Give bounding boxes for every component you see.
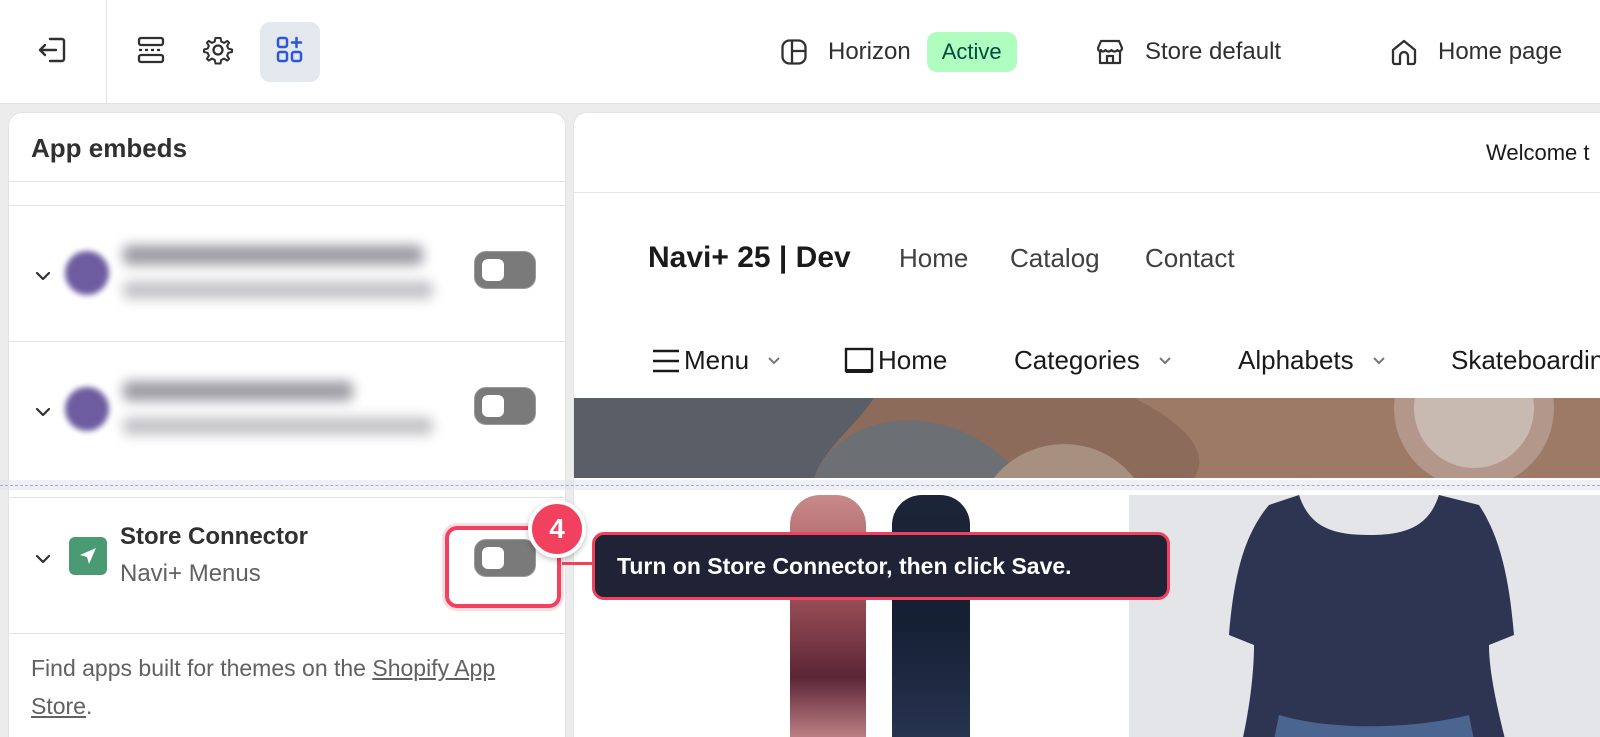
chevron-down-icon [1372,356,1386,365]
theme-settings-button[interactable] [188,22,248,82]
navigation-arrow-icon [69,537,107,575]
callout-connector [562,562,592,565]
store-brand[interactable]: Navi+ 25 | Dev [648,241,851,275]
blurred-app-name [123,245,423,265]
menu-item-menu[interactable]: Menu [652,345,781,376]
menu-item-alphabets[interactable]: Alphabets [1238,345,1386,376]
menu-item-skateboarding[interactable]: Skateboardin [1451,345,1600,376]
walkthrough-tooltip: Turn on Store Connector, then click Save… [592,532,1170,600]
header-nav-catalog[interactable]: Catalog [1010,243,1100,274]
editor-topbar: Horizon Active Store default Home page [0,0,1600,104]
apps-icon [275,35,305,70]
theme-name: Horizon [828,38,911,65]
theme-selector[interactable]: Horizon Active [780,0,1017,104]
store-preview: Welcome t Navi+ 25 | Dev Home Catalog Co… [573,112,1600,737]
menu-item-categories[interactable]: Categories [1014,345,1172,376]
chevron-down-icon[interactable] [35,551,51,569]
layout-icon [780,38,808,66]
store-label: Store default [1145,38,1282,65]
divider [9,181,565,182]
store-icon [1095,38,1125,66]
store-selector[interactable]: Store default [1095,0,1281,104]
chevron-down-icon [767,356,781,365]
embed-row[interactable] [9,205,565,341]
divider [9,633,565,634]
chevron-down-icon[interactable] [35,404,51,422]
header-nav-contact[interactable]: Contact [1145,243,1235,274]
home-icon [1390,38,1418,66]
app-embeds-button[interactable] [260,22,320,82]
blurred-app-sub [123,417,433,435]
hero-banner [574,398,1600,478]
chevron-down-icon [1158,356,1172,365]
blurred-app-name [123,381,353,401]
menu-item-home[interactable]: Home [844,345,947,376]
embed-row[interactable] [9,341,565,477]
footer-text: Find apps built for themes on the Shopif… [31,655,496,719]
embed-toggle[interactable] [474,251,536,289]
app-embeds-panel: App embeds Store Connector Navi+ Menus F… [8,112,566,737]
page-label: Home page [1438,38,1563,65]
announcement-text: Welcome t [1486,140,1590,165]
exit-button[interactable] [22,22,82,82]
sections-button[interactable] [121,22,181,82]
app-name: Store Connector [120,523,309,550]
status-badge: Active [926,32,1017,72]
product-image-tshirt[interactable] [1129,495,1600,737]
panel-title: App embeds [31,133,188,163]
mega-menu-bar: Menu Home Categories Alphabets Skateboar… [574,345,1600,385]
guide-dashed-line [0,485,1600,486]
embed-toggle[interactable] [474,387,536,425]
exit-icon [36,35,68,70]
blurred-app-sub [123,281,433,299]
hamburger-icon [652,348,680,374]
step-number-badge: 4 [528,500,586,558]
topbar-divider [106,0,107,104]
chevron-down-icon[interactable] [35,268,51,286]
app-icon [65,387,109,431]
announcement-bar: Welcome t [574,113,1600,193]
app-icon [65,251,109,295]
laptop-icon [844,347,874,375]
page-selector[interactable]: Home page [1390,0,1562,104]
sections-icon [136,36,166,69]
gear-icon [203,35,233,70]
app-developer: Navi+ Menus [120,560,261,587]
header-nav-home[interactable]: Home [899,243,968,274]
